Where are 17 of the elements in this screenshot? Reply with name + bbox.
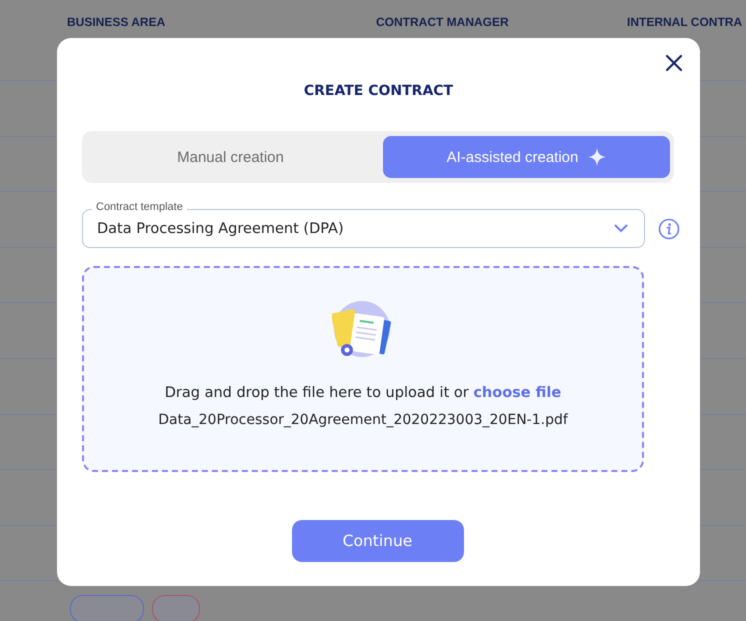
column-header: CONTRACT MANAGER (376, 15, 509, 29)
files-drawing (332, 301, 394, 359)
continue-button[interactable]: Continue (292, 520, 464, 562)
sparkle-icon (588, 148, 606, 166)
field-label: Contract template (92, 201, 187, 213)
file-name: Data_20Processor_20Agreement_2020223003_20EN-1.pdf (158, 412, 568, 428)
chevron-down-icon (614, 224, 628, 233)
mode-tab[interactable]: Manual creation (87, 136, 374, 178)
upload-instructions: Drag and drop the file here to upload it or choose file (164, 385, 562, 401)
column-header: BUSINESS AREA (67, 15, 166, 29)
mode-tab[interactable]: AI-assisted creation (383, 136, 670, 178)
upload-dropzone[interactable]: Drag and drop the file here to upload it or choose file Data_20Processor_20Agreement_2020223003_20EN-1.pdf (82, 266, 644, 472)
column-header: INTERNAL CONTRA (627, 15, 742, 29)
info-icon[interactable] (658, 218, 680, 240)
choose-file-link[interactable]: choose file (473, 385, 562, 401)
dialog-title: CREATE CONTRACT (302, 83, 454, 99)
close-icon[interactable] (665, 54, 683, 72)
